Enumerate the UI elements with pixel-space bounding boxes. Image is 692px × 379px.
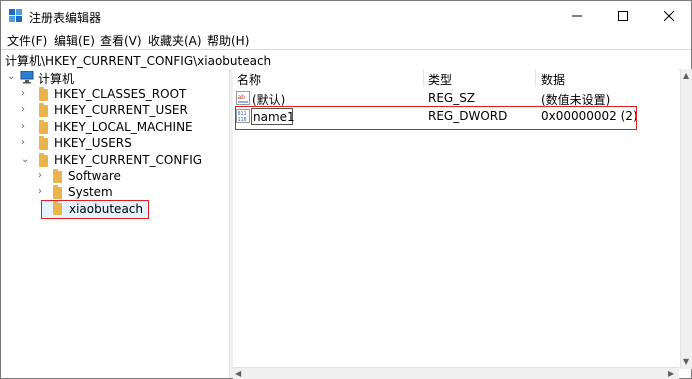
menu-help[interactable]: 帮助(H)	[207, 32, 249, 49]
menu-edit[interactable]: 编辑(E)	[54, 32, 95, 49]
column-divider[interactable]	[423, 69, 424, 87]
registry-editor-icon	[9, 9, 22, 22]
chevron-right-icon[interactable]: ›	[38, 186, 48, 198]
maximize-icon	[618, 11, 628, 21]
column-header-name[interactable]: 名称	[237, 71, 261, 88]
maximize-button[interactable]	[600, 1, 646, 31]
value-type: REG_SZ	[428, 91, 476, 105]
tree-label: HKEY_LOCAL_MACHINE	[54, 120, 193, 134]
folder-icon	[39, 120, 48, 134]
key-tree-pane[interactable]: ⌄ 计算机 › HKEY_CLASSES_ROOT › HKEY_CURRENT…	[1, 69, 229, 378]
column-header-type[interactable]: 类型	[428, 71, 452, 88]
chevron-right-icon[interactable]: ›	[21, 104, 31, 116]
column-divider[interactable]	[535, 69, 536, 87]
close-button[interactable]	[646, 1, 692, 31]
tree-label: HKEY_CURRENT_CONFIG	[54, 153, 203, 167]
scroll-down-icon[interactable]: ▼	[683, 357, 689, 366]
chevron-down-icon[interactable]: ⌄	[7, 71, 17, 83]
title-bar[interactable]: 注册表编辑器	[1, 1, 691, 31]
chevron-right-icon[interactable]: ›	[21, 88, 31, 100]
chevron-right-icon[interactable]: ›	[21, 137, 31, 149]
address-path[interactable]: 计算机\HKEY_CURRENT_CONFIG\xiaobuteach	[5, 52, 271, 69]
folder-icon	[39, 103, 48, 117]
tree-label: HKEY_CURRENT_USER	[54, 103, 188, 117]
highlight-box-new-value	[235, 106, 637, 130]
folder-icon	[53, 185, 62, 199]
computer-icon	[20, 71, 34, 84]
chevron-right-icon[interactable]: ›	[38, 170, 48, 182]
tree-label: Software	[68, 169, 121, 183]
horizontal-scrollbar[interactable]: ◀ ▶	[233, 367, 679, 379]
tree-label: System	[68, 185, 113, 199]
address-bar[interactable]: 计算机\HKEY_CURRENT_CONFIG\xiaobuteach	[1, 49, 691, 70]
folder-icon	[39, 136, 48, 150]
highlight-box-selected-key	[41, 200, 149, 219]
menu-view[interactable]: 查看(V)	[100, 32, 142, 49]
scroll-up-icon[interactable]: ▲	[683, 71, 689, 80]
scroll-right-icon[interactable]: ▶	[668, 369, 674, 378]
minimize-icon	[572, 15, 582, 17]
column-header-data[interactable]: 数据	[541, 71, 565, 88]
tree-label-computer: 计算机	[38, 72, 75, 86]
menu-bar: 文件(F) 编辑(E) 查看(V) 收藏夹(A) 帮助(H)	[1, 31, 691, 49]
minimize-button[interactable]	[554, 1, 600, 31]
menu-favorites[interactable]: 收藏夹(A)	[148, 32, 202, 49]
svg-text:ab: ab	[238, 94, 246, 101]
tree-label: HKEY_CLASSES_ROOT	[54, 87, 187, 101]
string-value-icon: ab	[236, 91, 250, 105]
value-list-pane[interactable]: 名称 类型 数据 ab (默认) REG_SZ (数值未设置) 011 110 …	[233, 69, 679, 369]
close-icon	[664, 11, 674, 21]
chevron-down-icon[interactable]: ⌄	[21, 154, 31, 166]
folder-icon	[39, 153, 48, 167]
menu-file[interactable]: 文件(F)	[7, 32, 47, 49]
folder-icon	[39, 87, 48, 101]
registry-editor-window: 注册表编辑器 文件(F) 编辑(E) 查看(V) 收藏夹(A) 帮助(H) 计算…	[0, 0, 692, 379]
tree-label: HKEY_USERS	[54, 136, 132, 150]
vertical-scrollbar[interactable]: ▲ ▼	[680, 69, 692, 369]
scroll-left-icon[interactable]: ◀	[235, 369, 241, 378]
chevron-right-icon[interactable]: ›	[21, 121, 31, 133]
folder-icon	[53, 169, 62, 183]
window-title: 注册表编辑器	[29, 11, 102, 25]
